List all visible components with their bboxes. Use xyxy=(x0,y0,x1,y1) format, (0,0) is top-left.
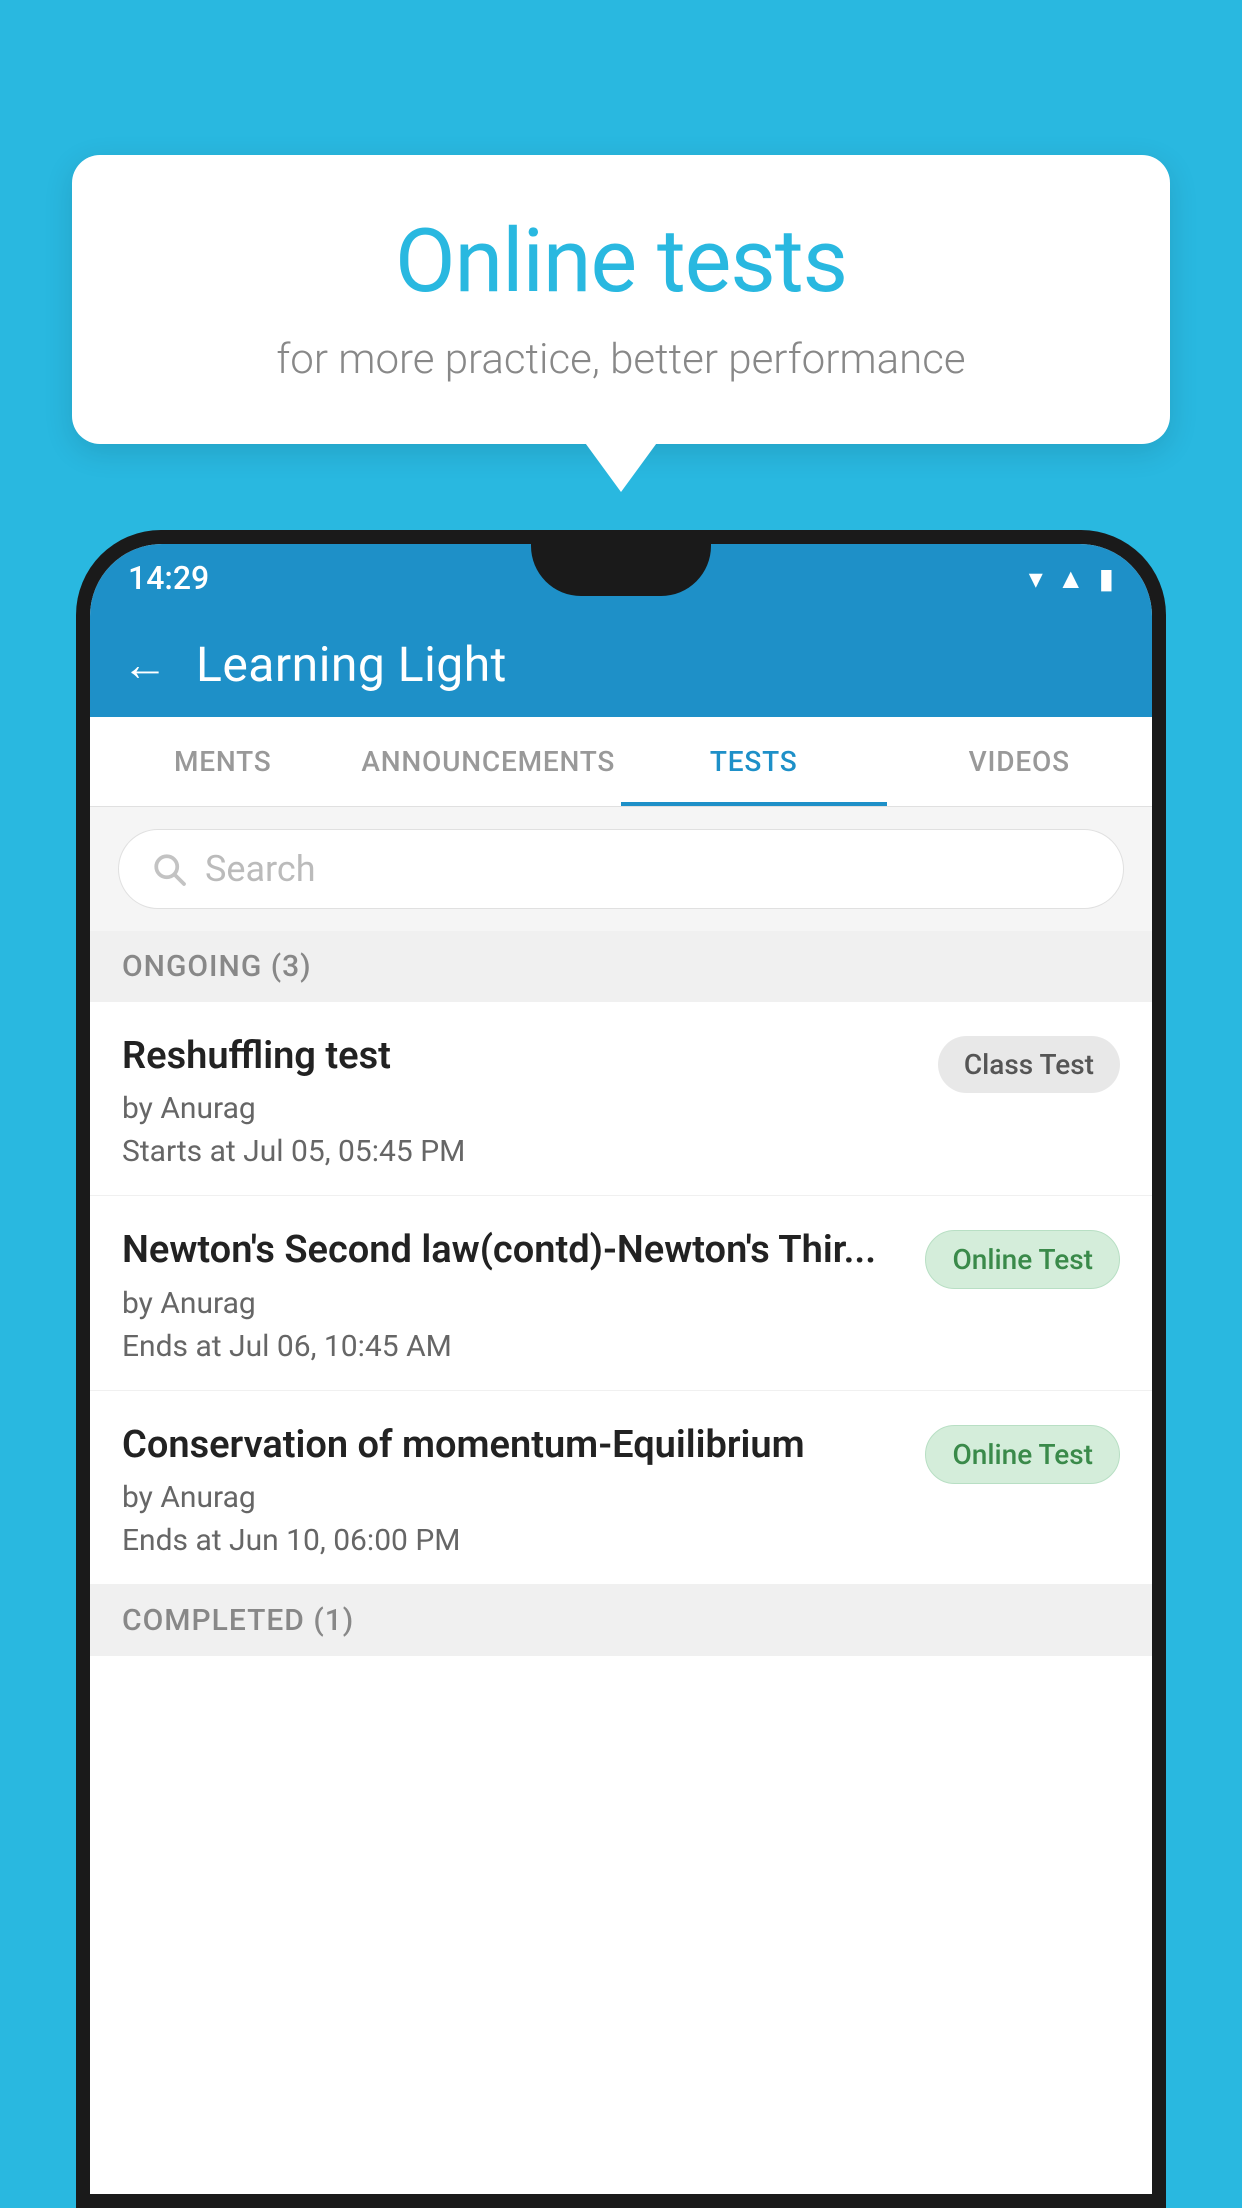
test-badge-1: Class Test xyxy=(938,1036,1120,1093)
search-icon xyxy=(151,851,187,887)
test-name-2: Newton's Second law(contd)-Newton's Thir… xyxy=(122,1226,905,1275)
bubble-subtitle: for more practice, better performance xyxy=(132,335,1110,384)
section-ongoing-header: ONGOING (3) xyxy=(90,931,1152,1002)
test-date-2: Ends at Jul 06, 10:45 AM xyxy=(122,1329,905,1364)
test-item-3[interactable]: Conservation of momentum-Equilibrium by … xyxy=(90,1391,1152,1585)
tab-videos[interactable]: VIDEOS xyxy=(887,717,1153,806)
test-item-1[interactable]: Reshuffling test by Anurag Starts at Jul… xyxy=(90,1002,1152,1196)
section-completed-label: COMPLETED (1) xyxy=(122,1603,354,1638)
tab-announcements[interactable]: ANNOUNCEMENTS xyxy=(356,717,622,806)
search-container: Search xyxy=(90,807,1152,931)
section-ongoing-label: ONGOING (3) xyxy=(122,949,312,984)
test-list: Reshuffling test by Anurag Starts at Jul… xyxy=(90,1002,1152,1585)
search-bar[interactable]: Search xyxy=(118,829,1124,909)
bubble-title: Online tests xyxy=(132,210,1110,313)
app-header: ← Learning Light xyxy=(90,612,1152,717)
phone-notch xyxy=(531,544,711,596)
test-author-3: by Anurag xyxy=(122,1480,905,1515)
search-placeholder: Search xyxy=(205,848,316,890)
tab-bar: MENTS ANNOUNCEMENTS TESTS VIDEOS xyxy=(90,717,1152,807)
test-info-2: Newton's Second law(contd)-Newton's Thir… xyxy=(122,1226,905,1363)
test-item-2[interactable]: Newton's Second law(contd)-Newton's Thir… xyxy=(90,1196,1152,1390)
test-info-1: Reshuffling test by Anurag Starts at Jul… xyxy=(122,1032,918,1169)
test-author-2: by Anurag xyxy=(122,1286,905,1321)
phone-inner: 14:29 ▾ ▲ ▮ ← Learning Light MENTS ANNOU… xyxy=(90,544,1152,2194)
phone-outer: 14:29 ▾ ▲ ▮ ← Learning Light MENTS ANNOU… xyxy=(76,530,1166,2208)
section-completed-header: COMPLETED (1) xyxy=(90,1585,1152,1656)
test-date-1: Starts at Jul 05, 05:45 PM xyxy=(122,1134,918,1169)
test-info-3: Conservation of momentum-Equilibrium by … xyxy=(122,1421,905,1558)
test-badge-2: Online Test xyxy=(925,1230,1120,1289)
wifi-icon: ▾ xyxy=(1029,562,1043,595)
back-button[interactable]: ← xyxy=(122,637,168,692)
phone-container: 14:29 ▾ ▲ ▮ ← Learning Light MENTS ANNOU… xyxy=(76,530,1166,2208)
test-date-3: Ends at Jun 10, 06:00 PM xyxy=(122,1523,905,1558)
tab-assignments[interactable]: MENTS xyxy=(90,717,356,806)
speech-bubble: Online tests for more practice, better p… xyxy=(72,155,1170,444)
tab-tests[interactable]: TESTS xyxy=(621,717,887,806)
status-time: 14:29 xyxy=(128,559,209,597)
battery-icon: ▮ xyxy=(1099,562,1114,595)
app-title: Learning Light xyxy=(196,636,507,693)
signal-icon: ▲ xyxy=(1057,562,1085,595)
status-icons: ▾ ▲ ▮ xyxy=(1029,562,1114,595)
test-name-3: Conservation of momentum-Equilibrium xyxy=(122,1421,905,1470)
test-name-1: Reshuffling test xyxy=(122,1032,918,1081)
test-author-1: by Anurag xyxy=(122,1091,918,1126)
test-badge-3: Online Test xyxy=(925,1425,1120,1484)
